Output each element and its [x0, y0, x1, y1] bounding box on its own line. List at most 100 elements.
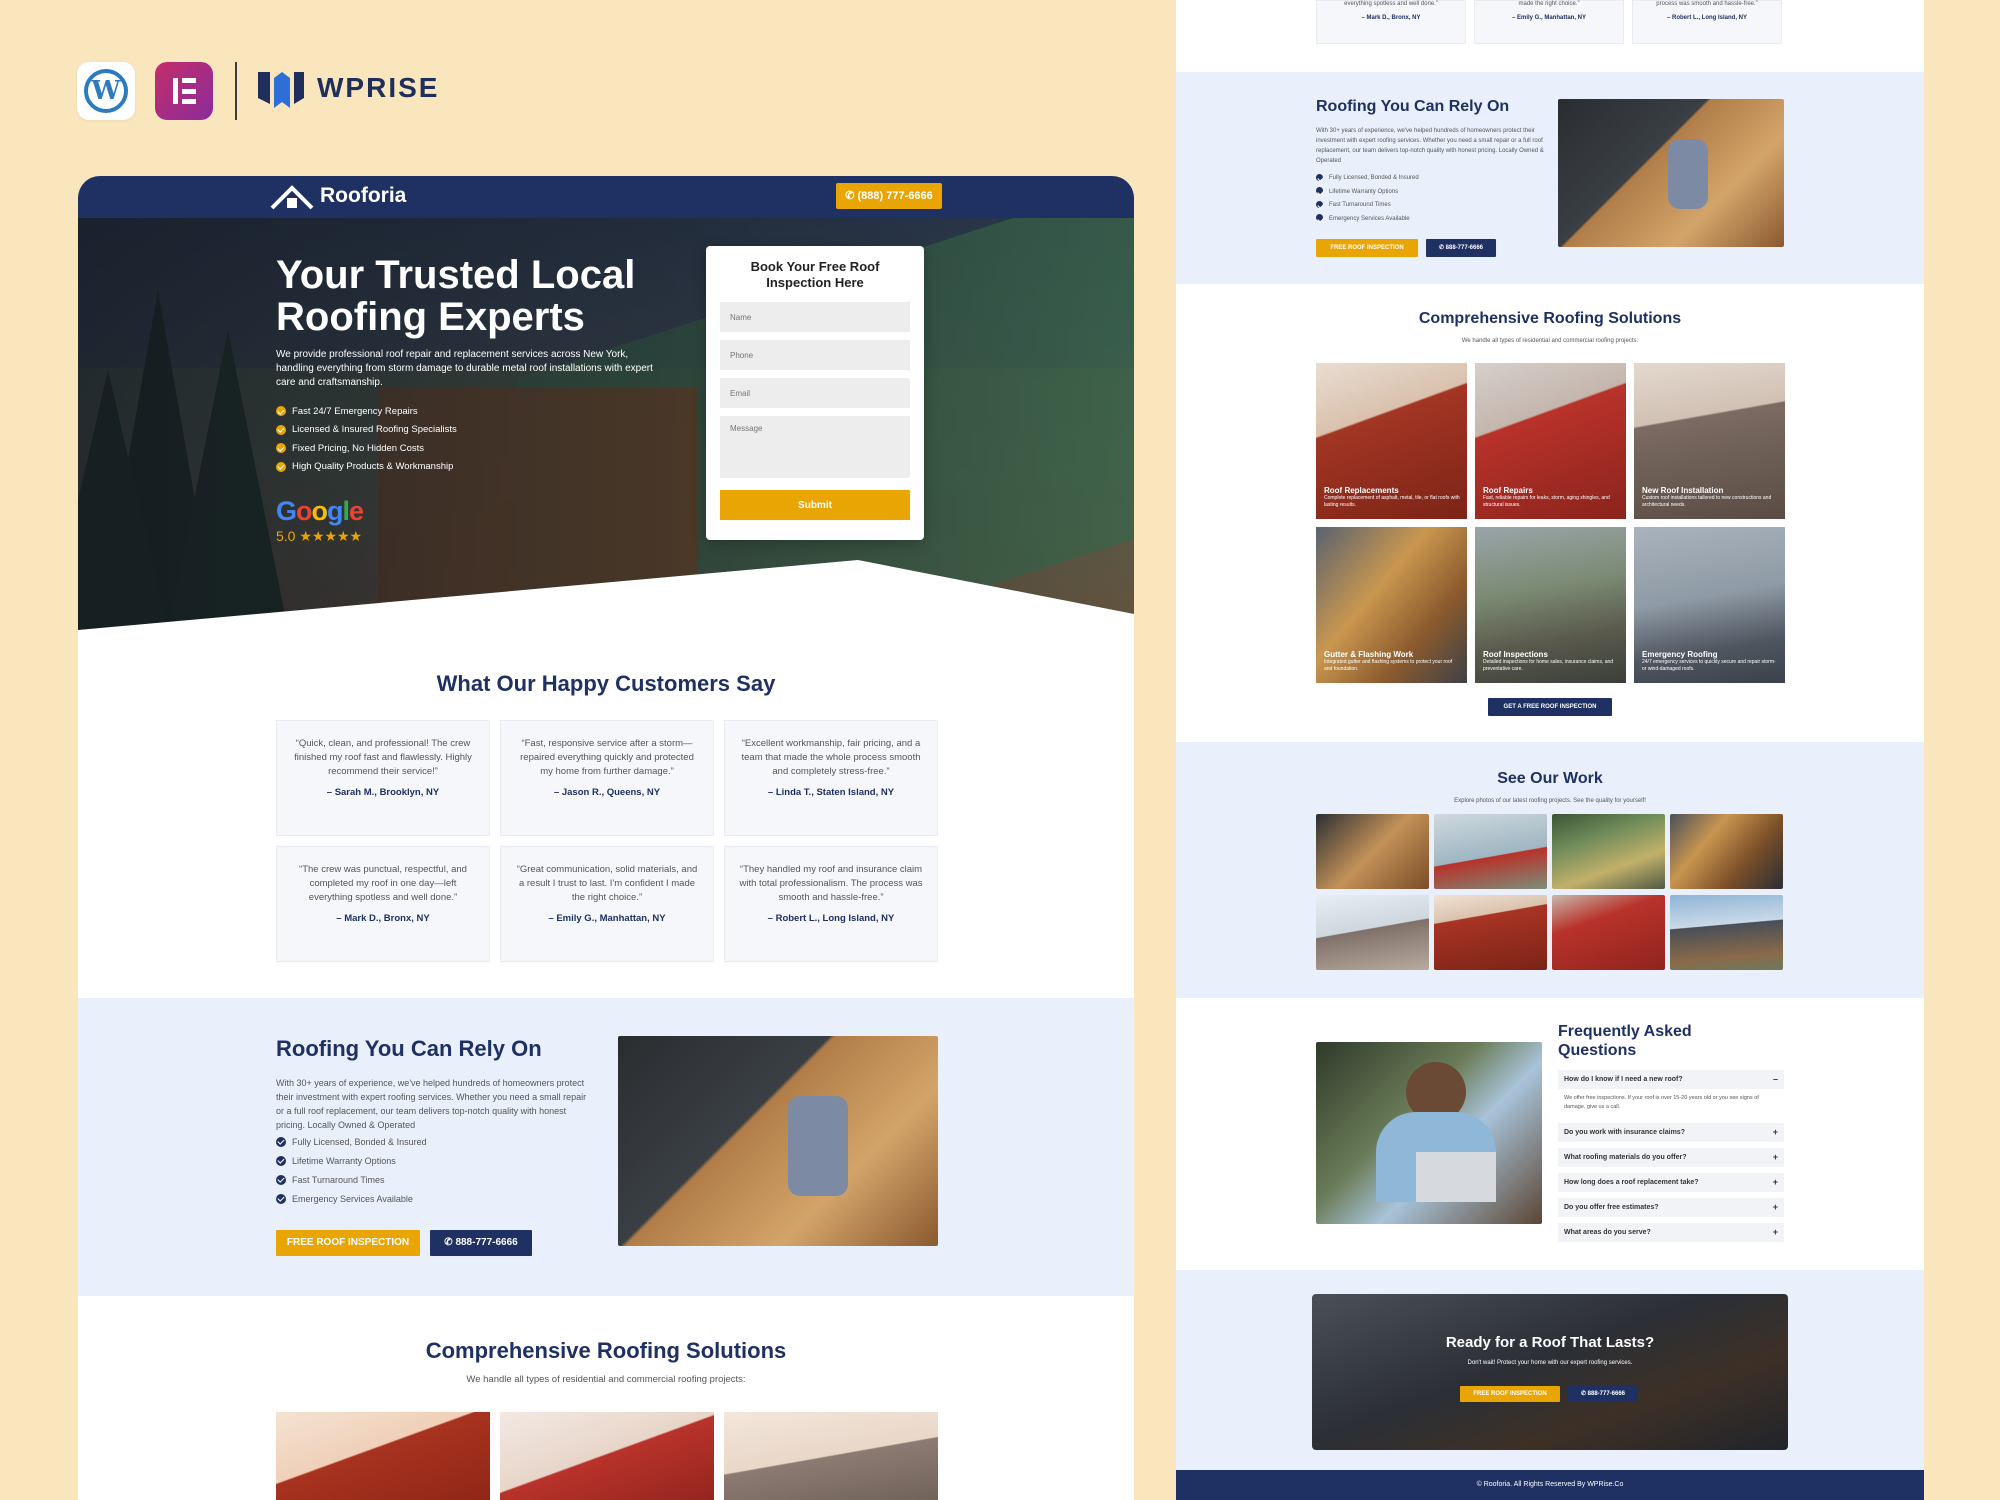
gallery-photo[interactable] [1434, 895, 1547, 970]
solution-card-caption: Emergency Roofing 24/7 emergency services… [1642, 650, 1778, 673]
divider [235, 62, 237, 120]
roofer-photo [618, 1036, 938, 1246]
testimonial-quote: “The crew was punctual, respectful, and … [299, 864, 467, 903]
testimonial-card: “They handled my roof and insurance clai… [724, 846, 938, 962]
check-icon [276, 443, 286, 454]
testimonial-card: “Fast, responsive service after a storm—… [500, 720, 714, 836]
faq-question: How long does a roof replacement take? [1564, 1179, 1699, 1186]
rely-feature: Lifetime Warranty Options [276, 1151, 427, 1170]
landing-page-preview-left: Rooforia ✆ (888) 777-6666 Your Trusted L… [78, 176, 1134, 1500]
cta-section: Ready for a Roof That Lasts? Don't wait!… [1176, 1270, 1924, 1470]
call-button[interactable]: ✆ 888-777-6666 [1426, 239, 1496, 257]
landing-page-preview-right: everything spotless and well done.” – Mar… [1176, 0, 1924, 1500]
faq-item[interactable]: What roofing materials do you offer? + [1558, 1148, 1784, 1167]
new-roof-photo [724, 1412, 938, 1500]
solution-card[interactable]: Roof Repairs Fast, reliable repairs for l… [1475, 363, 1626, 519]
check-icon [276, 1136, 286, 1147]
inspection-form: Book Your Free Roof Inspection Here Subm… [706, 246, 924, 540]
gallery-photo[interactable] [1552, 895, 1665, 970]
testimonial-author: – Mark D., Bronx, NY [336, 913, 430, 924]
check-icon [276, 1155, 286, 1166]
testimonial-author: – Robert L., Long Island, NY [767, 913, 895, 924]
free-inspection-button[interactable]: FREE ROOF INSPECTION [276, 1230, 420, 1256]
testimonial-quote: “Great communication, solid materials, a… [516, 864, 698, 903]
faq-item[interactable]: How do I know if I need a new roof? – [1558, 1070, 1784, 1089]
testimonial-author: – Linda T., Staten Island, NY [767, 787, 895, 798]
check-icon [276, 406, 286, 417]
gallery-photo[interactable] [1670, 814, 1783, 889]
faq-item[interactable]: What areas do you serve? + [1558, 1223, 1784, 1242]
site-header: Rooforia ✆ (888) 777-6666 [78, 176, 1134, 218]
rely-feature-label: Fully Licensed, Bonded & Insured [292, 1136, 427, 1147]
check-icon [1316, 200, 1323, 208]
testimonial-card: “Great communication, solid materials, a… [500, 846, 714, 962]
worker-figure [1668, 139, 1708, 209]
rely-title: Roofing You Can Rely On [1316, 98, 1510, 115]
solution-card[interactable]: New Roof Installation Custom roof install… [1634, 363, 1785, 519]
work-subtitle: Explore photos of our latest roofing pro… [1454, 798, 1646, 804]
rely-feature-label: Fully Licensed, Bonded & Insured [1329, 175, 1419, 181]
cta-phone-button[interactable]: ✆ 888-777-6666 [1568, 1386, 1638, 1402]
phone-icon: ✆ [845, 190, 858, 202]
testimonial-quote: process was smooth and hassle-free.” [1656, 1, 1758, 7]
get-free-inspection-button[interactable]: GET A FREE ROOF INSPECTION [1488, 698, 1612, 716]
header-phone-button[interactable]: ✆ (888) 777-6666 [836, 183, 942, 209]
testimonial-card: “Excellent workmanship, fair pricing, an… [724, 720, 938, 836]
message-input[interactable] [720, 416, 910, 478]
free-inspection-button[interactable]: FREE ROOF INSPECTION [1316, 239, 1418, 257]
rely-description: With 30+ years of experience, we've help… [276, 1078, 587, 1130]
solution-card-desc: Complete replacement of asphalt, metal, … [1324, 495, 1460, 508]
faq-question: How do I know if I need a new roof? [1564, 1076, 1683, 1083]
hero-feature: Fast 24/7 Emergency Repairs [276, 402, 457, 421]
testimonial-quote: “Quick, clean, and professional! The cre… [294, 738, 472, 777]
call-button-label: 888-777-6666 [1445, 245, 1484, 251]
faq-item[interactable]: How long does a roof replacement take? + [1558, 1173, 1784, 1192]
cta-inspection-button[interactable]: FREE ROOF INSPECTION [1460, 1386, 1560, 1402]
call-button[interactable]: ✆ 888-777-6666 [430, 1230, 532, 1256]
faq-question: What roofing materials do you offer? [1564, 1154, 1687, 1161]
solution-card[interactable]: Emergency Roofing 24/7 emergency services… [1634, 527, 1785, 683]
solution-card-caption: Roof Inspections Detailed inspections for… [1483, 650, 1619, 673]
rely-feature-label: Fast Turnaround Times [292, 1174, 385, 1185]
hero-description: We provide professional roof repair and … [276, 349, 653, 388]
submit-button[interactable]: Submit [720, 490, 910, 520]
phone-input[interactable] [720, 340, 910, 370]
header-phone-label: (888) 777-6666 [857, 190, 933, 202]
email-input[interactable] [720, 378, 910, 408]
gallery-photo[interactable] [1552, 814, 1665, 889]
cta-banner: Ready for a Roof That Lasts? Don't wait!… [1312, 1294, 1788, 1450]
testimonial-card: “Quick, clean, and professional! The cre… [276, 720, 490, 836]
gallery-photo[interactable] [1670, 895, 1783, 970]
testimonials-title: What Our Happy Customers Say [436, 671, 776, 696]
work-title: See Our Work [1497, 770, 1603, 787]
faq-question: Do you work with insurance claims? [1564, 1129, 1685, 1136]
gallery-photo[interactable] [1434, 814, 1547, 889]
solution-card[interactable]: Roof Replacements Complete replacement of… [1316, 363, 1467, 519]
wprise-wordmark: WPRISE [317, 72, 440, 103]
phone-icon: ✆ [444, 1237, 456, 1248]
testimonial-author: – Emily G., Manhattan, NY [1511, 15, 1586, 21]
hero-title: Your Trusted Local Roofing Experts [276, 253, 636, 339]
wprise-logo-mark [258, 72, 304, 108]
google-rating: 5.0 ★★★★★ [276, 528, 363, 544]
hero-divider-shape [78, 560, 1134, 640]
solutions-title: Comprehensive Roofing Solutions [425, 1338, 787, 1363]
name-input[interactable] [720, 302, 910, 332]
testimonial-author: – Emily G., Manhattan, NY [548, 913, 666, 924]
customer-support-photo [1316, 1042, 1542, 1224]
hero-feature-label: Licensed & Insured Roofing Specialists [292, 424, 457, 436]
site-logo-text[interactable]: Rooforia [320, 184, 406, 208]
gallery-photo[interactable] [1316, 895, 1429, 970]
rely-feature-label: Emergency Services Available [292, 1193, 413, 1204]
testimonial-card: made the right choice.” – Emily G., Manha… [1474, 0, 1624, 44]
gallery-photo[interactable] [1316, 814, 1429, 889]
check-icon [1316, 173, 1323, 181]
solution-card[interactable]: Gutter & Flashing Work Integrated gutter … [1316, 527, 1467, 683]
faq-item[interactable]: Do you work with insurance claims? + [1558, 1123, 1784, 1142]
form-title: Book Your Free Roof Inspection Here [750, 259, 880, 290]
solution-card[interactable]: Roof Inspections Detailed inspections for… [1475, 527, 1626, 683]
faq-item[interactable]: Do you offer free estimates? + [1558, 1198, 1784, 1217]
solution-card-caption: New Roof Installation Custom roof install… [1642, 486, 1778, 509]
wordpress-icon: W [77, 62, 135, 120]
solution-card-desc: Integrated gutter and flashing systems t… [1324, 659, 1453, 672]
